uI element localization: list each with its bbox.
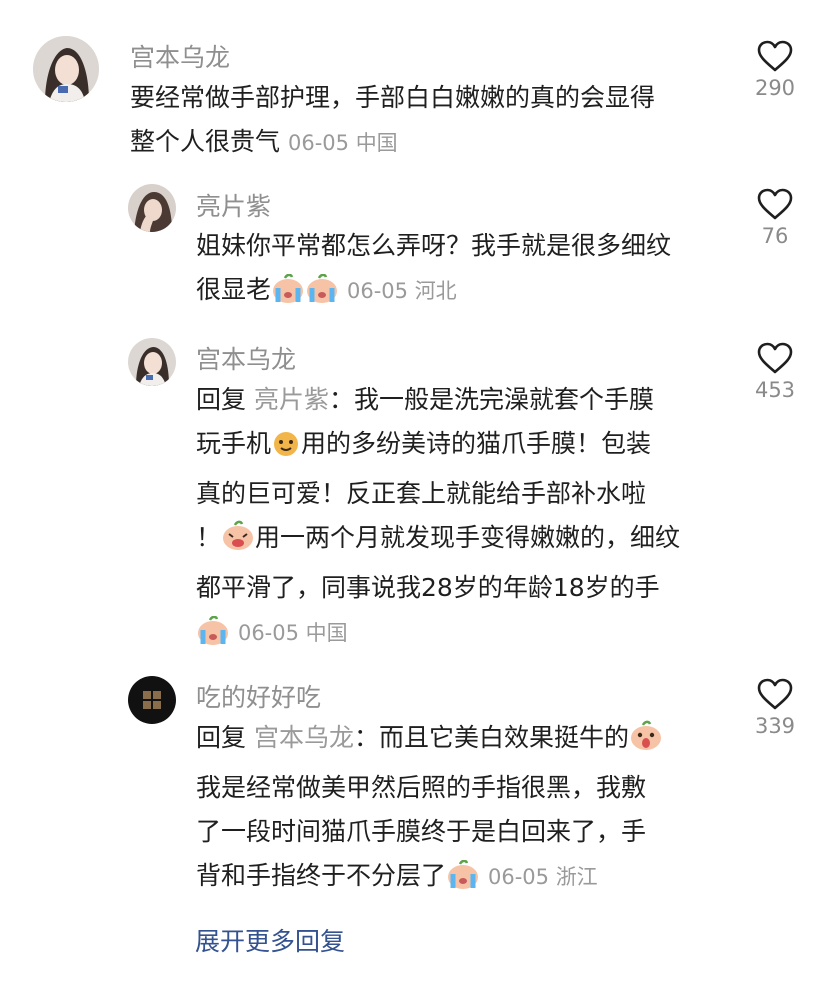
comment-text: 姐妹你平常都怎么弄呀？我手就是很多细纹 很显老 06-05 河北	[196, 224, 736, 318]
comment-date: 06-05	[237, 621, 299, 645]
like-button[interactable]: 453	[740, 342, 810, 402]
comment-text-line: 玩手机 用的多纷美诗的猫爪手膜！包装	[196, 422, 736, 472]
hand-on-face-avatar-icon	[128, 184, 176, 232]
reply-to-user[interactable]: 宫本乌龙	[254, 723, 354, 752]
reply-to-user[interactable]: 亮片紫	[254, 385, 329, 414]
crying-emoji-icon	[271, 273, 305, 318]
comment-text-segment: 玩手机	[196, 429, 272, 458]
avatar[interactable]	[128, 676, 176, 724]
avatar[interactable]	[33, 36, 99, 102]
comment-text-line: 都平滑了，同事说我28岁的年龄18岁的手	[196, 573, 660, 602]
avatar[interactable]	[128, 184, 176, 232]
comment-text-line: 回复 宫本乌龙：而且它美白效果挺牛的	[196, 716, 736, 766]
comment-text-line: 要经常做手部护理，手部白白嫩嫩的真的会显得	[130, 83, 656, 112]
comment-text-segment: 而且它美白效果挺牛的	[379, 723, 630, 752]
crying-emoji-icon	[446, 859, 480, 904]
comment-meta: 06-05 河北	[347, 279, 457, 303]
like-count: 453	[754, 378, 796, 402]
comment-location: 中国	[305, 621, 348, 645]
comment-meta: 06-05 浙江	[488, 865, 598, 889]
comment-location: 浙江	[555, 865, 598, 889]
reply-colon: ：	[353, 723, 379, 752]
comment-text-segment: 背和手指终于不分层了	[196, 861, 447, 890]
comment-text-line: 姐妹你平常都怎么弄呀？我手就是很多细纹	[196, 231, 672, 260]
crying-emoji-icon	[305, 273, 339, 318]
like-button[interactable]: 76	[740, 188, 810, 248]
like-button[interactable]: 290	[740, 40, 810, 100]
like-button[interactable]: 339	[740, 678, 810, 738]
comment-meta: 06-05 中国	[238, 621, 348, 645]
reply-colon: ：	[328, 385, 354, 414]
avatar[interactable]	[128, 338, 176, 386]
like-count: 76	[761, 224, 789, 248]
heart-icon	[757, 40, 793, 72]
comment-location: 河北	[414, 279, 457, 303]
reply-prefix: 回复	[196, 723, 247, 752]
comment-text-line: 了一段时间猫爪手膜终于是白回来了，手	[196, 817, 647, 846]
comment-text: 要经常做手部护理，手部白白嫩嫩的真的会显得 整个人很贵气 06-05 中国	[130, 76, 730, 165]
comment-date: 06-05	[487, 865, 549, 889]
shocked-emoji-icon	[629, 720, 663, 766]
expand-more-replies-button[interactable]: 展开更多回复	[195, 922, 345, 958]
comment-text-line: 真的巨可爱！反正套上就能给手部补水啦	[196, 479, 647, 508]
heart-icon	[757, 188, 793, 220]
comment-text-line: 很显老 06-05 河北	[196, 268, 736, 318]
username[interactable]: 宫本乌龙	[196, 340, 296, 376]
comment-text-line: 整个人很贵气 06-05 中国	[130, 120, 730, 165]
comment-meta: 06-05 中国	[288, 131, 398, 155]
comment-text-line: 背和手指终于不分层了 06-05 浙江	[196, 854, 736, 904]
comment-text-segment: ！	[196, 523, 222, 552]
username[interactable]: 宫本乌龙	[130, 38, 230, 74]
comment-text-segment: 用一两个月就发现手变得嫩嫩的，细纹	[255, 523, 681, 552]
sly-face-emoji-icon	[271, 428, 301, 472]
heart-icon	[757, 678, 793, 710]
comment-location: 中国	[355, 131, 398, 155]
dark-grid-avatar-icon	[128, 676, 176, 724]
comment-text-line: 我是经常做美甲然后照的手指很黑，我敷	[196, 773, 647, 802]
comment-text: 回复 亮片紫：我一般是洗完澡就套个手膜 玩手机 用的多纷美诗的猫爪手膜！包装 真…	[196, 378, 736, 660]
like-count: 339	[754, 714, 796, 738]
comment-date: 06-05	[346, 279, 408, 303]
woman-portrait-avatar-icon	[128, 338, 176, 386]
comment-text-line: ！ 用一两个月就发现手变得嫩嫩的，细纹	[196, 516, 736, 566]
comment-text-line: 回复 亮片紫：我一般是洗完澡就套个手膜	[196, 378, 736, 422]
crying-emoji-icon	[196, 615, 230, 660]
heart-icon	[757, 342, 793, 374]
comment-text-segment: 用的多纷美诗的猫爪手膜！包装	[301, 429, 652, 458]
like-count: 290	[754, 76, 796, 100]
comment-text-segment: 很显老	[196, 275, 272, 304]
reply-prefix: 回复	[196, 385, 247, 414]
comment-text: 回复 宫本乌龙：而且它美白效果挺牛的 我是经常做美甲然后照的手指很黑，我敷 了一…	[196, 716, 736, 904]
username[interactable]: 吃的好好吃	[196, 678, 321, 714]
comment-date: 06-05	[287, 131, 349, 155]
comment-text-segment: 整个人很贵气	[130, 127, 281, 156]
excited-emoji-icon	[221, 520, 255, 566]
woman-portrait-avatar-icon	[33, 36, 99, 102]
comment-text-segment: 我一般是洗完澡就套个手膜	[354, 385, 655, 414]
comment-text-line: 06-05 中国	[196, 610, 736, 660]
username[interactable]: 亮片紫	[196, 187, 271, 223]
